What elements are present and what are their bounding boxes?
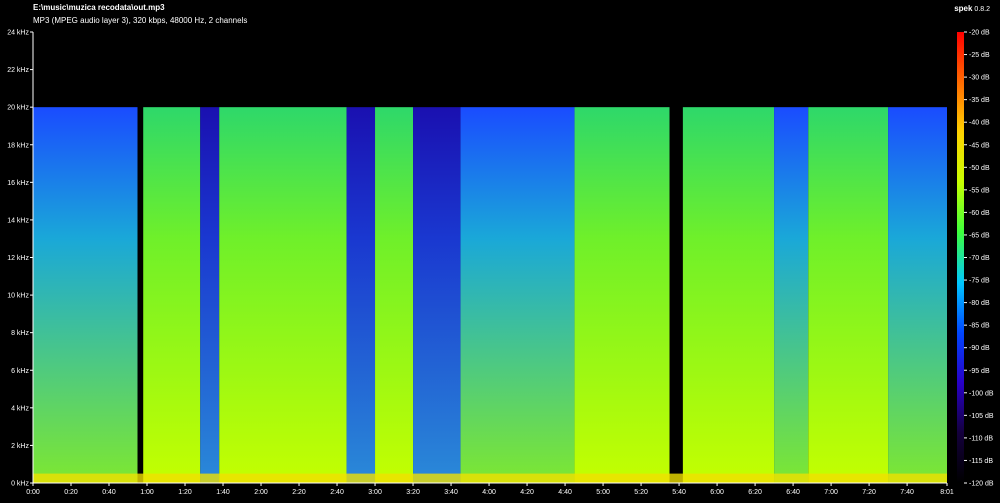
spectrogram-chart: 0 kHz 2 kHz 4 kHz 6 kHz 8 kHz 10 kHz 12 kHz 14 …: [7, 30, 994, 497]
x-tick-label: 4:00: [482, 489, 496, 496]
spectrogram-segment: [669, 107, 683, 484]
spectrogram-segment: [413, 107, 461, 484]
scale-tick-label: -120 dB: [969, 481, 994, 488]
scale-tick-label: -50 dB: [969, 165, 990, 172]
scale-tick-label: -35 dB: [969, 97, 990, 104]
x-tick-label: 0:20: [64, 489, 78, 496]
y-tick-label: 4 kHz: [11, 405, 29, 412]
y-tick-label: 14 kHz: [7, 217, 29, 224]
x-tick-label: 2:20: [292, 489, 306, 496]
scale-tick-label: -75 dB: [969, 278, 990, 285]
x-tick-label: 4:40: [558, 489, 572, 496]
x-tick-label: 7:40: [900, 489, 914, 496]
x-tick-label: 0:00: [26, 489, 40, 496]
scale-tick-label: -30 dB: [969, 75, 990, 82]
y-tick-label: 12 kHz: [7, 255, 29, 262]
spectrogram-segment: [682, 107, 775, 484]
y-tick-label: 0 kHz: [11, 481, 29, 488]
spectrogram-segment: [346, 107, 376, 484]
scale-tick-label: -20 dB: [969, 30, 990, 37]
scale-tick-label: -110 dB: [969, 435, 993, 442]
x-tick-label: 1:20: [178, 489, 192, 496]
scale-tick-label: -90 dB: [969, 345, 990, 352]
spectrogram-segment: [574, 107, 670, 484]
x-tick-label: 4:20: [520, 489, 534, 496]
scale-tick-label: -100 dB: [969, 390, 994, 397]
x-tick-label: 6:00: [710, 489, 724, 496]
x-tick-label: 5:40: [672, 489, 686, 496]
y-tick-label: 20 kHz: [7, 105, 29, 112]
x-tick-label: 6:20: [748, 489, 762, 496]
x-tick-label: 3:00: [368, 489, 382, 496]
spectrogram-segment: [808, 107, 889, 484]
spectrogram-segment: [219, 107, 347, 484]
spectrogram-segment: [460, 107, 575, 484]
x-tick-label: 5:00: [596, 489, 610, 496]
x-tick-label: 0:40: [102, 489, 116, 496]
scale-tick-label: -25 dB: [969, 52, 990, 59]
spectrogram-segment: [375, 107, 414, 484]
spectrogram-segment: [143, 107, 201, 484]
x-tick-label: 2:40: [330, 489, 344, 496]
scale-tick-label: -65 dB: [969, 232, 990, 239]
y-tick-label: 16 kHz: [7, 180, 29, 187]
scale-tick-label: -85 dB: [969, 323, 990, 330]
y-tick-label: 2 kHz: [11, 443, 29, 450]
color-scale-bar: [957, 32, 964, 483]
y-tick-label: 6 kHz: [11, 368, 29, 375]
x-tick-label: 8:01: [940, 489, 954, 496]
y-tick-label: 8 kHz: [11, 330, 29, 337]
x-tick-label: 1:40: [216, 489, 230, 496]
spectrogram-segment: [33, 107, 138, 484]
y-tick-label: 10 kHz: [7, 293, 29, 300]
x-tick-label: 5:20: [634, 489, 648, 496]
y-tick-label: 22 kHz: [7, 67, 29, 74]
x-tick-label: 2:00: [254, 489, 268, 496]
y-tick-label: 18 kHz: [7, 142, 29, 149]
scale-tick-label: -40 dB: [969, 120, 990, 127]
spectrogram-segment: [137, 107, 144, 484]
spectrogram-segment: [200, 107, 220, 484]
scale-tick-label: -55 dB: [969, 187, 990, 194]
scale-tick-label: -60 dB: [969, 210, 990, 217]
spectrogram-segment: [888, 107, 947, 484]
scale-tick-label: -80 dB: [969, 300, 990, 307]
x-tick-label: 7:20: [862, 489, 876, 496]
y-tick-label: 24 kHz: [7, 30, 29, 37]
x-tick-label: 3:20: [406, 489, 420, 496]
scale-tick-label: -70 dB: [969, 255, 990, 262]
spectrogram-segment: [774, 107, 809, 484]
x-tick-label: 7:00: [824, 489, 838, 496]
x-tick-label: 1:00: [140, 489, 154, 496]
scale-tick-label: -45 dB: [969, 142, 990, 149]
low-frequency-band: [33, 473, 947, 483]
scale-tick-label: -105 dB: [969, 413, 994, 420]
x-tick-label: 6:40: [786, 489, 800, 496]
scale-tick-label: -95 dB: [969, 368, 990, 375]
scale-tick-label: -115 dB: [969, 458, 993, 465]
x-tick-label: 3:40: [444, 489, 458, 496]
